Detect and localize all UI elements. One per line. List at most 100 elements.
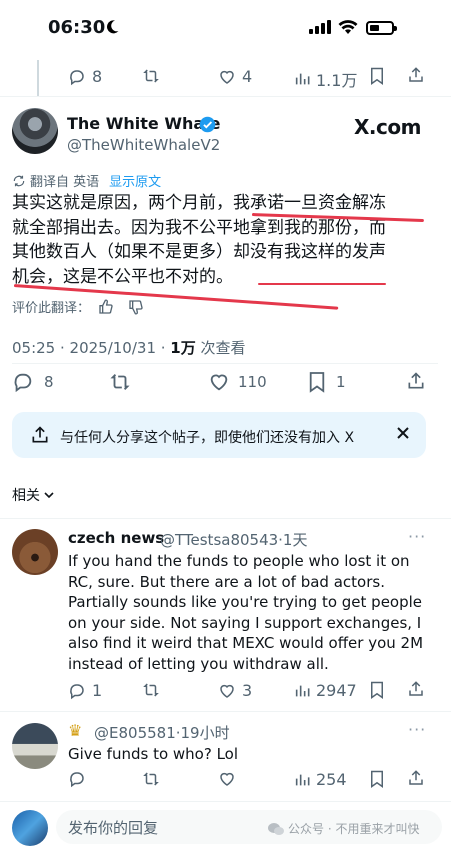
translated-label: 翻译自 英语: [30, 175, 100, 190]
share-icon: [408, 372, 424, 389]
watermark-text: 公众号 · 不用重来才叫快: [288, 822, 420, 836]
tweet-text-line: 机会，这是不公平也不对的。: [12, 266, 233, 287]
status-time: 06:30: [48, 17, 106, 38]
divider: [0, 801, 451, 802]
repost-button[interactable]: [142, 67, 160, 85]
heart-icon: [220, 684, 234, 698]
related-toggle[interactable]: 相关: [12, 485, 55, 505]
repost-icon: [110, 374, 130, 390]
analytics-icon: [295, 685, 310, 696]
share-icon: [409, 770, 423, 785]
share-icon: [32, 426, 48, 443]
reply-compose-placeholder: 发布你的回复: [68, 819, 159, 837]
reply-author-name[interactable]: czech news: [68, 529, 164, 547]
reply-count: 8: [92, 67, 103, 86]
tweet-reply-button[interactable]: 8: [12, 371, 54, 393]
reply-view-count: 254: [316, 770, 347, 789]
analytics-icon: [295, 73, 310, 85]
wechat-icon: [268, 822, 284, 835]
reply-reply-button[interactable]: 1: [68, 681, 102, 700]
views-button[interactable]: 1.1万: [294, 67, 357, 91]
reply-avatar[interactable]: [12, 723, 58, 769]
reply-icon: [70, 683, 84, 699]
reply-bookmark-button[interactable]: [369, 681, 385, 699]
divider: [0, 518, 451, 519]
share-icon: [409, 67, 423, 82]
divider: [0, 96, 451, 97]
source-logo: X.com: [354, 115, 421, 139]
more-options-icon[interactable]: ···: [408, 720, 426, 739]
watermark: 公众号 · 不用重来才叫快: [268, 820, 419, 837]
reply-reply-count: 1: [92, 681, 103, 700]
tweet-share-button[interactable]: [406, 371, 426, 391]
battery-icon: [366, 21, 397, 35]
view-count: 1.1万: [316, 71, 358, 90]
like-count: 4: [242, 67, 253, 86]
reply-icon: [14, 373, 32, 393]
reply-views-button[interactable]: 2947: [294, 681, 357, 700]
share-prompt-text: 与任何人分享这个帖子，即使他们还没有加入 X: [60, 430, 355, 446]
tweet-text-line: 其他数百人（如果不是更多）却没有我这样的发声: [12, 242, 386, 262]
show-original-link[interactable]: 显示原文: [109, 171, 161, 190]
repost-icon: [143, 772, 159, 786]
reply-handle-time[interactable]: @TTestsa80543·1天: [160, 529, 307, 550]
tweet-timestamp: 05:25 · 2025/10/31 ·: [12, 339, 171, 357]
translate-icon: [13, 175, 25, 186]
reply-avatar[interactable]: [12, 529, 58, 575]
analytics-icon: [295, 774, 310, 785]
divider: [0, 711, 451, 712]
rate-translation-label: 评价此翻译：: [12, 301, 91, 316]
reply-views-button[interactable]: 254: [294, 770, 347, 789]
reply-icon: [70, 772, 84, 788]
tweet-meta: 05:25 · 2025/10/31 · 1万 次查看: [12, 337, 246, 358]
crown-icon: ♛: [68, 721, 83, 740]
reply-view-count: 2947: [316, 681, 357, 700]
heart-icon: [220, 70, 234, 84]
wifi-icon: [338, 20, 358, 34]
bookmark-icon: [371, 770, 383, 788]
reply-bookmark-button[interactable]: [369, 770, 385, 788]
repost-icon: [143, 69, 159, 83]
bookmark-button[interactable]: [369, 67, 385, 85]
reply-share-button[interactable]: [407, 680, 425, 698]
tweet-repost-button[interactable]: [109, 371, 131, 393]
reply-handle-time[interactable]: @E805581·19小时: [94, 722, 230, 743]
thumbs-down-icon[interactable]: [128, 299, 144, 315]
author-handle[interactable]: @TheWhiteWhaleV2: [67, 136, 220, 154]
reply-share-button[interactable]: [407, 769, 425, 787]
tweet-bookmark-button[interactable]: 1: [308, 371, 346, 393]
repost-icon: [143, 683, 159, 697]
reply-button[interactable]: 8: [68, 67, 102, 86]
tweet-bookmark-count: 1: [336, 373, 346, 391]
thumbs-up-icon[interactable]: [98, 299, 114, 315]
moon-icon: [107, 20, 119, 34]
tweet-text: 其实这就是原因，两个月前，我承诺一旦资金解冻 就全部捐出去。因为我不公平地拿到我…: [12, 191, 422, 289]
tweet-like-button[interactable]: 110: [208, 371, 267, 393]
tweet-text-line: 其实这就是原因，两个月前，我承诺一旦资金解冻: [12, 193, 386, 213]
translation-notice: 翻译自 英语 显示原文: [12, 171, 161, 190]
tweet-like-count: 110: [238, 373, 267, 391]
close-icon[interactable]: [396, 426, 410, 440]
reply-repost-button[interactable]: [142, 770, 160, 788]
chevron-down-icon: [44, 492, 54, 499]
author-name[interactable]: The White Whale: [67, 114, 221, 133]
bookmark-icon: [309, 372, 325, 393]
tweet-reply-count: 8: [44, 373, 54, 391]
reply-like-button[interactable]: [218, 770, 236, 788]
like-button[interactable]: 4: [218, 67, 252, 86]
share-button[interactable]: [407, 66, 425, 84]
author-avatar[interactable]: [12, 108, 58, 154]
reply-text: Give funds to who? Lol: [68, 745, 239, 763]
rate-translation: 评价此翻译：: [12, 297, 144, 316]
my-avatar[interactable]: [12, 810, 48, 846]
thread-line: [37, 60, 39, 96]
bookmark-icon: [371, 67, 383, 85]
reply-repost-button[interactable]: [142, 681, 160, 699]
heart-icon: [210, 374, 228, 391]
verified-badge-icon: [199, 116, 216, 133]
reply-reply-button[interactable]: [68, 770, 86, 788]
reply-text: If you hand the funds to people who lost…: [68, 552, 424, 673]
share-icon: [409, 681, 423, 696]
reply-like-button[interactable]: 3: [218, 681, 252, 700]
more-options-icon[interactable]: ···: [408, 527, 426, 546]
